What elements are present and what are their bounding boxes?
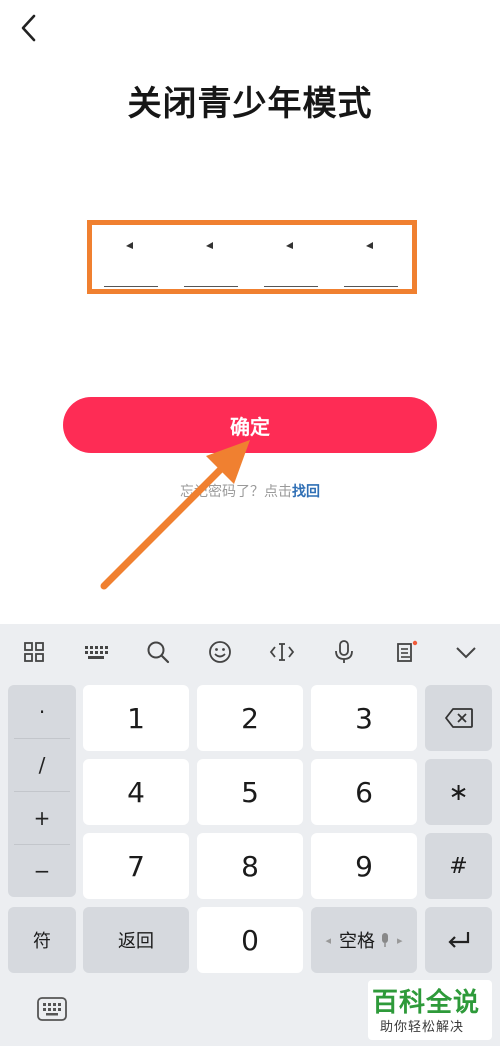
- key-3[interactable]: 3: [311, 685, 417, 751]
- pin-slot-3[interactable]: [264, 235, 318, 289]
- clipboard-icon[interactable]: [392, 638, 420, 666]
- keyboard-switch-icon[interactable]: [36, 995, 68, 1023]
- confirm-button[interactable]: 确定: [63, 397, 437, 453]
- backspace-button[interactable]: [425, 685, 492, 751]
- symbols-key[interactable]: 符: [8, 907, 76, 973]
- keyboard-toolbar: [0, 624, 500, 680]
- key-star[interactable]: ∗: [425, 759, 492, 825]
- pin-underline: [264, 286, 318, 287]
- key-6[interactable]: 6: [311, 759, 417, 825]
- page-title: 关闭青少年模式: [127, 84, 373, 124]
- emoji-icon[interactable]: [206, 638, 234, 666]
- pin-filled-mark: [366, 242, 373, 249]
- key-hash[interactable]: #: [425, 833, 492, 899]
- pin-slot-1[interactable]: [104, 235, 158, 289]
- forgot-password-hint: 忘记密码了？点击找回: [0, 481, 500, 501]
- pin-slot-4[interactable]: [344, 235, 398, 289]
- search-icon[interactable]: [144, 638, 172, 666]
- keyboard-layout-icon[interactable]: [82, 638, 110, 666]
- backspace-icon: [444, 708, 473, 728]
- collapse-chevron-icon[interactable]: [452, 638, 480, 666]
- watermark-subtitle: 助你轻松解决: [380, 1020, 465, 1035]
- cursor-icon[interactable]: [268, 638, 296, 666]
- key-9[interactable]: 9: [311, 833, 417, 899]
- recover-link[interactable]: 找回: [292, 484, 320, 500]
- key-5[interactable]: 5: [197, 759, 303, 825]
- back-key[interactable]: 返回: [83, 907, 189, 973]
- watermark-logo: 百科全说 助你轻松解决: [368, 980, 492, 1040]
- microphone-small-icon: [382, 933, 388, 947]
- key-4[interactable]: 4: [83, 759, 189, 825]
- enter-key[interactable]: [425, 907, 492, 973]
- space-key[interactable]: ◂ 空格 ▸: [311, 907, 417, 973]
- pin-underline: [344, 286, 398, 287]
- key-8[interactable]: 8: [197, 833, 303, 899]
- key-7[interactable]: 7: [83, 833, 189, 899]
- pin-input-highlight: [87, 220, 417, 294]
- pin-underline: [184, 286, 238, 287]
- key-2[interactable]: 2: [197, 685, 303, 751]
- pin-filled-mark: [126, 242, 133, 249]
- symbol-column: · / + −: [8, 685, 76, 897]
- key-plus[interactable]: +: [8, 791, 76, 844]
- space-left-arrow-icon: ◂: [325, 933, 331, 947]
- enter-icon: [447, 932, 469, 948]
- key-minus[interactable]: −: [8, 844, 76, 897]
- back-arrow-icon[interactable]: [12, 10, 48, 46]
- watermark-title: 百科全说: [372, 988, 481, 1018]
- pin-filled-mark: [206, 242, 213, 249]
- space-right-arrow-icon: ▸: [397, 933, 403, 947]
- microphone-icon[interactable]: [330, 638, 358, 666]
- key-slash[interactable]: /: [8, 738, 76, 791]
- forgot-text: 忘记密码了？点击: [180, 484, 292, 500]
- grid-icon[interactable]: [20, 638, 48, 666]
- pin-slot-2[interactable]: [184, 235, 238, 289]
- pin-underline: [104, 286, 158, 287]
- key-dot[interactable]: ·: [8, 685, 76, 738]
- key-0[interactable]: 0: [197, 907, 303, 973]
- space-label: 空格: [339, 931, 375, 952]
- pin-filled-mark: [286, 242, 293, 249]
- key-1[interactable]: 1: [83, 685, 189, 751]
